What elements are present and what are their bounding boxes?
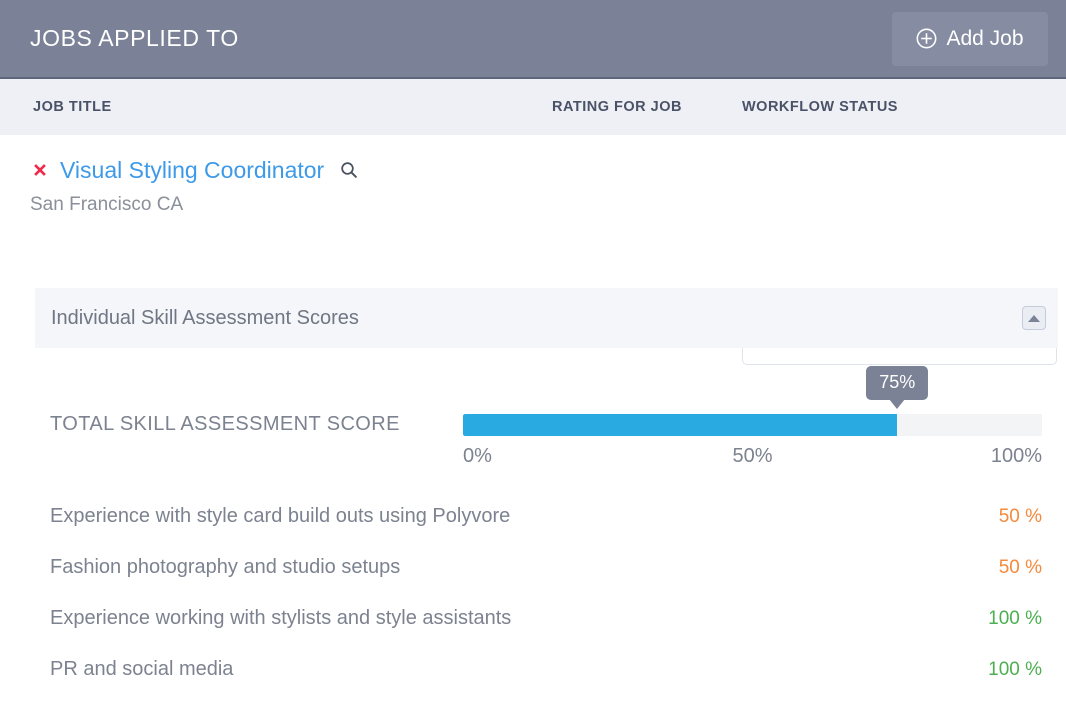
page-header: JOBS APPLIED TO Add Job <box>0 0 1066 77</box>
progress-fill <box>463 414 897 436</box>
collapse-up-icon[interactable] <box>1022 306 1046 330</box>
list-item: PR and social media 100 % <box>50 658 1042 709</box>
axis-tick-0: 0% <box>463 445 492 468</box>
page-title: JOBS APPLIED TO <box>30 25 239 52</box>
add-job-button[interactable]: Add Job <box>892 12 1048 66</box>
job-info: Visual Styling Coordinator San Francisco… <box>30 153 359 216</box>
skill-score: 100 % <box>988 608 1042 630</box>
table-row: Visual Styling Coordinator San Francisco… <box>0 135 1066 257</box>
axis-tick-100: 100% <box>991 445 1042 468</box>
skill-score: 100 % <box>988 659 1042 681</box>
skill-assessment-panel-title: Individual Skill Assessment Scores <box>35 307 359 330</box>
axis-tick-50: 50% <box>732 445 772 468</box>
search-icon[interactable] <box>339 160 359 180</box>
progress-tooltip: 75% <box>866 366 928 400</box>
column-header-job-title: JOB TITLE <box>33 99 112 115</box>
total-score-progress: 75% 0% 50% 100% <box>463 414 1042 473</box>
progress-axis-ticks: 0% 50% 100% <box>463 445 1042 473</box>
skill-list: Experience with style card build outs us… <box>50 505 1042 709</box>
plus-circle-icon <box>916 28 937 49</box>
progress-track <box>463 414 1042 436</box>
skill-name: PR and social media <box>50 658 233 681</box>
job-location: San Francisco CA <box>30 194 359 216</box>
list-item: Experience with style card build outs us… <box>50 505 1042 556</box>
triangle-up-glyph <box>1028 315 1040 322</box>
skill-name: Experience with style card build outs us… <box>50 505 510 528</box>
skill-score: 50 % <box>999 557 1042 579</box>
skill-name: Fashion photography and studio setups <box>50 556 400 579</box>
list-item: Experience working with stylists and sty… <box>50 607 1042 658</box>
skill-score: 50 % <box>999 506 1042 528</box>
column-header-workflow-status: WORKFLOW STATUS <box>742 99 898 115</box>
add-job-label: Add Job <box>946 27 1023 51</box>
skill-assessment-panel-header: Individual Skill Assessment Scores <box>35 288 1058 348</box>
table-column-headers: JOB TITLE RATING FOR JOB WORKFLOW STATUS <box>0 77 1066 135</box>
job-title-link[interactable]: Visual Styling Coordinator <box>60 157 324 184</box>
skill-name: Experience working with stylists and sty… <box>50 607 511 630</box>
job-title-line: Visual Styling Coordinator <box>30 153 359 187</box>
close-x-icon[interactable] <box>30 160 50 180</box>
column-header-rating: RATING FOR JOB <box>552 99 682 115</box>
total-score-label: TOTAL SKILL ASSESSMENT SCORE <box>50 413 400 436</box>
list-item: Fashion photography and studio setups 50… <box>50 556 1042 607</box>
